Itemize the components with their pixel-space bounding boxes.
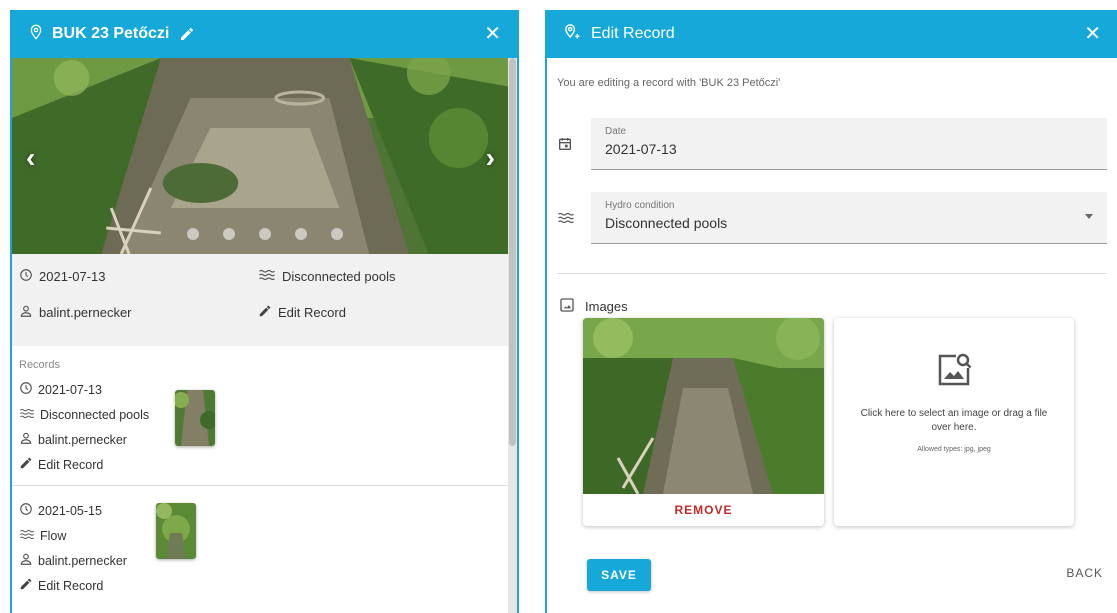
scrollbar-thumb[interactable] xyxy=(509,58,516,446)
record-date-text: 2021-05-15 xyxy=(38,503,102,518)
location-detail-panel: BUK 23 Petőczi ✕ ‹ › 2021-07-13 Disconne… xyxy=(10,10,519,613)
stream-photo xyxy=(12,58,517,254)
waves-icon xyxy=(19,407,35,423)
record-condition: Disconnected pools xyxy=(19,402,510,427)
record-user-text: balint.pernecker xyxy=(38,432,127,447)
record-condition: Flow xyxy=(19,523,510,548)
carousel-dot[interactable] xyxy=(186,228,199,240)
summary-date-text: 2021-07-13 xyxy=(39,269,106,284)
pencil-icon xyxy=(258,304,272,321)
image-search-icon xyxy=(834,350,1074,395)
close-icon[interactable]: ✕ xyxy=(1084,24,1101,44)
section-divider xyxy=(557,273,1107,274)
date-field-row: Date 2021-07-13 xyxy=(557,118,1107,170)
records-heading: Records xyxy=(19,359,60,371)
location-header: BUK 23 Petőczi ✕ xyxy=(12,10,517,58)
scrollbar[interactable] xyxy=(508,58,517,613)
hydro-field-value: Disconnected pools xyxy=(605,215,728,231)
record-thumbnail[interactable] xyxy=(156,503,196,559)
pencil-icon xyxy=(19,456,33,473)
summary-user: balint.pernecker xyxy=(19,304,132,321)
pencil-icon[interactable] xyxy=(179,26,195,42)
hydro-field-row: Hydro condition Disconnected pools xyxy=(557,192,1107,244)
photo-carousel: ‹ › xyxy=(12,58,517,254)
carousel-dot[interactable] xyxy=(222,228,235,240)
carousel-dot[interactable] xyxy=(258,228,271,240)
map-marker-plus-icon xyxy=(563,23,583,46)
carousel-dot[interactable] xyxy=(330,228,343,240)
carousel-dot[interactable] xyxy=(294,228,307,240)
image-dropzone[interactable]: Click here to select an image or drag a … xyxy=(834,318,1074,526)
carousel-next-button[interactable]: › xyxy=(486,144,495,172)
clock-icon xyxy=(19,381,33,398)
back-button[interactable]: BACK xyxy=(1066,566,1103,580)
date-field-label: Date xyxy=(605,126,627,137)
uploaded-image-card: REMOVE xyxy=(583,318,824,526)
summary-condition-text: Disconnected pools xyxy=(282,269,396,284)
summary-edit-record-button[interactable]: Edit Record xyxy=(258,304,346,321)
record-user: balint.pernecker xyxy=(19,548,510,573)
images-label-text: Images xyxy=(585,299,628,314)
close-icon[interactable]: ✕ xyxy=(484,24,501,44)
record-user: balint.pernecker xyxy=(19,427,510,452)
clock-icon xyxy=(19,268,33,285)
dropzone-instructions: Click here to select an image or drag a … xyxy=(860,408,1048,433)
location-title: BUK 23 Petőczi xyxy=(52,25,170,42)
date-field[interactable]: Date 2021-07-13 xyxy=(591,118,1107,170)
record-user-text: balint.pernecker xyxy=(38,553,127,568)
list-item: 2021-07-13 Disconnected pools balint.per… xyxy=(19,377,510,477)
record-edit-button[interactable]: Edit Record xyxy=(19,573,510,598)
record-date: 2021-05-15 xyxy=(19,498,510,523)
user-icon xyxy=(19,552,33,569)
list-item: 2021-05-15 Flow balint.pernecker Edit Re… xyxy=(19,498,510,598)
carousel-indicators xyxy=(12,228,517,240)
record-edit-label: Edit Record xyxy=(38,578,104,593)
summary-edit-label: Edit Record xyxy=(278,305,346,320)
hydro-field-label: Hydro condition xyxy=(605,200,675,211)
record-condition-text: Flow xyxy=(40,528,67,543)
image-icon xyxy=(559,297,575,316)
date-field-value: 2021-07-13 xyxy=(605,141,677,157)
edit-record-title: Edit Record xyxy=(591,25,675,42)
carousel-prev-button[interactable]: ‹ xyxy=(26,144,35,172)
record-date: 2021-07-13 xyxy=(19,377,510,402)
record-thumbnail[interactable] xyxy=(175,390,215,446)
summary-date: 2021-07-13 xyxy=(19,268,106,285)
waves-icon xyxy=(258,268,276,285)
record-edit-label: Edit Record xyxy=(38,457,104,472)
record-divider xyxy=(12,485,517,486)
summary-user-text: balint.pernecker xyxy=(39,305,132,320)
pencil-icon xyxy=(19,577,33,594)
editing-notice: You are editing a record with 'BUK 23 Pe… xyxy=(557,77,781,89)
waves-icon xyxy=(19,528,35,544)
record-edit-button[interactable]: Edit Record xyxy=(19,452,510,477)
calendar-icon xyxy=(557,136,581,152)
user-icon xyxy=(19,431,33,448)
record-condition-text: Disconnected pools xyxy=(40,407,150,422)
waves-icon xyxy=(557,211,581,225)
remove-image-button[interactable]: REMOVE xyxy=(583,494,824,526)
hydro-condition-select[interactable]: Hydro condition Disconnected pools xyxy=(591,192,1107,244)
images-section-label: Images xyxy=(559,297,628,316)
records-list: Records 2021-07-13 Disconnected pools ba… xyxy=(12,359,517,598)
chevron-down-icon xyxy=(1085,214,1093,219)
summary-condition: Disconnected pools xyxy=(258,268,395,285)
latest-record-summary: 2021-07-13 Disconnected pools balint.per… xyxy=(12,254,517,346)
uploaded-image xyxy=(583,318,824,494)
user-icon xyxy=(19,304,33,321)
map-marker-icon xyxy=(28,24,44,45)
allowed-types: Allowed types: jpg, jpeg xyxy=(917,446,991,453)
record-date-text: 2021-07-13 xyxy=(38,382,102,397)
edit-record-header: Edit Record ✕ xyxy=(547,10,1117,58)
edit-record-panel: Edit Record ✕ You are editing a record w… xyxy=(545,10,1117,613)
save-button[interactable]: SAVE xyxy=(587,559,651,591)
clock-icon xyxy=(19,502,33,519)
